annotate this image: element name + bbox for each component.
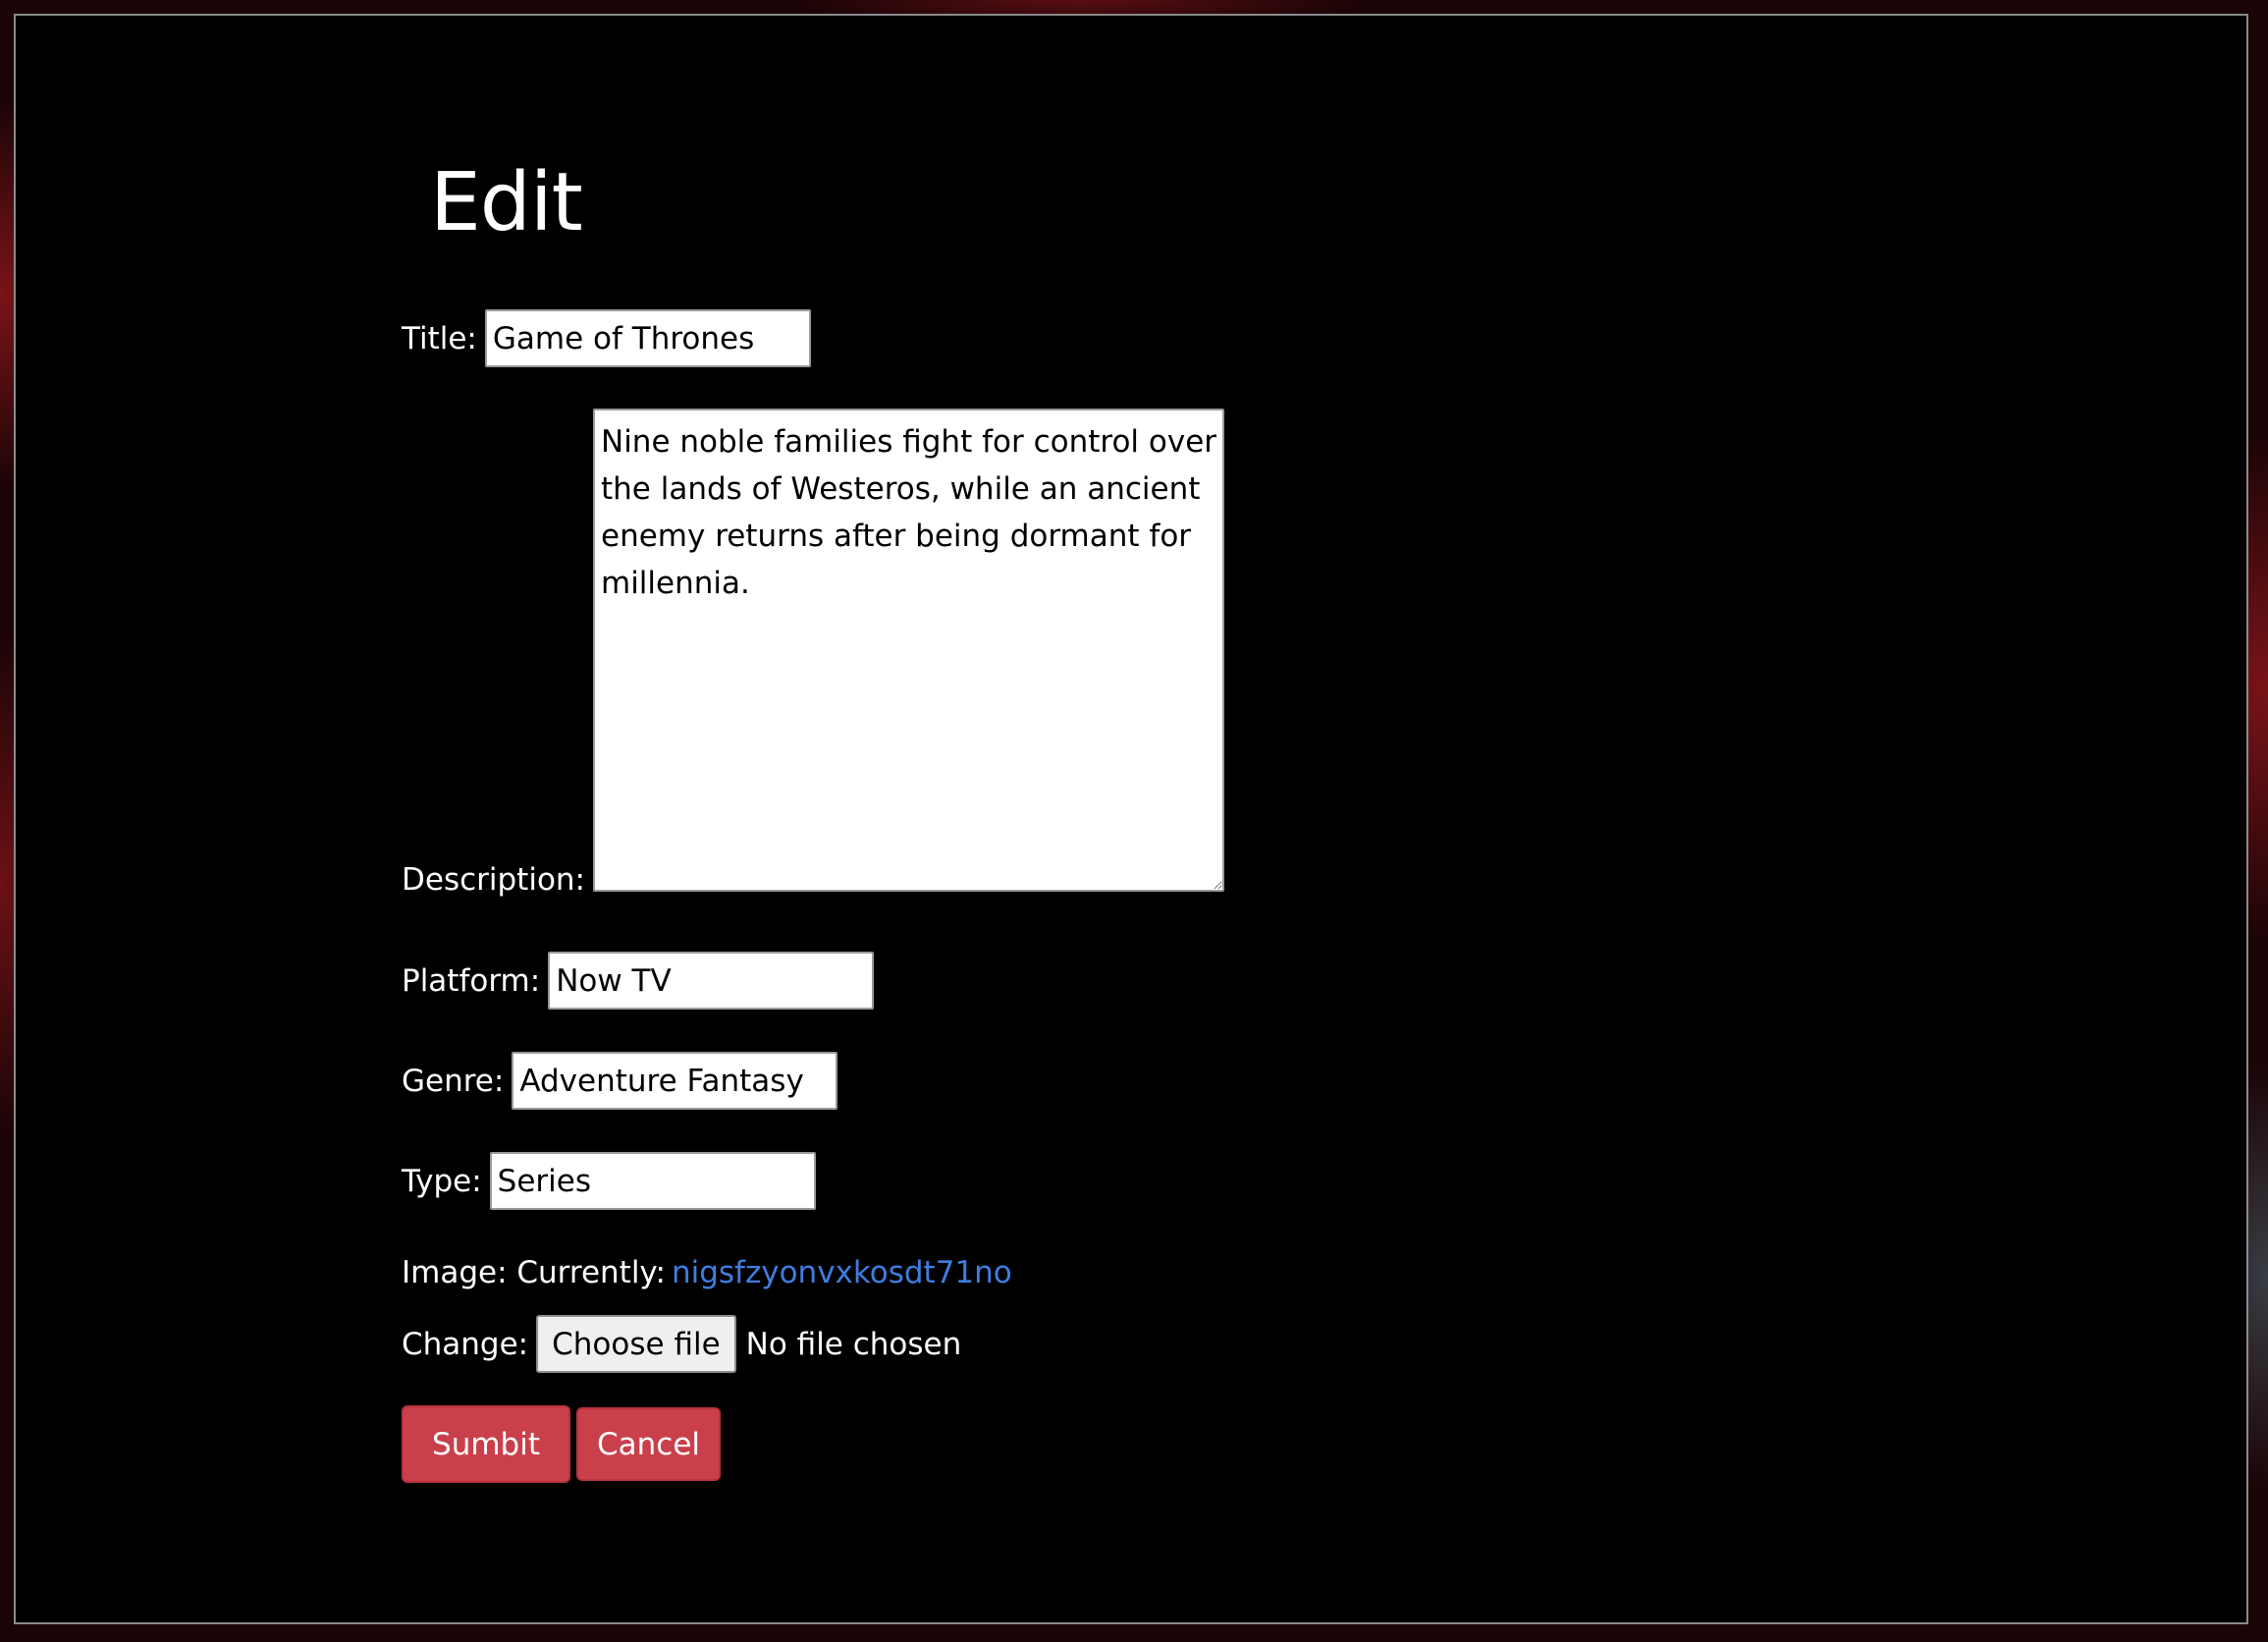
platform-label: Platform: [402,962,541,999]
choose-file-button[interactable]: Choose file [536,1315,736,1373]
description-textarea[interactable]: Nine noble families fight for control ov… [593,409,1224,892]
platform-input[interactable] [548,952,875,1010]
type-label: Type: [402,1163,482,1199]
title-input[interactable] [484,309,811,367]
submit-button[interactable]: Sumbit [402,1405,570,1483]
image-row: Image: Currently: nigsfzyonvxkosdt71no [402,1255,1012,1290]
platform-row: Platform: [402,952,875,1010]
type-row: Type: [402,1152,816,1210]
genre-input[interactable] [512,1052,838,1110]
current-image-link[interactable]: nigsfzyonvxkosdt71no [672,1255,1012,1290]
change-label: Change: [402,1326,529,1362]
title-row: Title: [402,309,811,367]
cancel-button[interactable]: Cancel [576,1407,721,1481]
type-input[interactable] [489,1152,816,1210]
file-status-text: No file chosen [745,1326,962,1362]
image-current-label: Image: Currently: [402,1255,666,1290]
description-row: Description: Nine noble families fight f… [402,409,1224,898]
genre-label: Genre: [402,1063,505,1099]
title-label: Title: [402,320,477,356]
page-title: Edit [430,156,583,249]
description-label: Description: [402,862,585,898]
genre-row: Genre: [402,1052,838,1110]
change-image-row: Change: Choose file No file chosen [402,1315,961,1373]
edit-panel: Edit Title: Description: Nine noble fami… [14,14,2248,1624]
